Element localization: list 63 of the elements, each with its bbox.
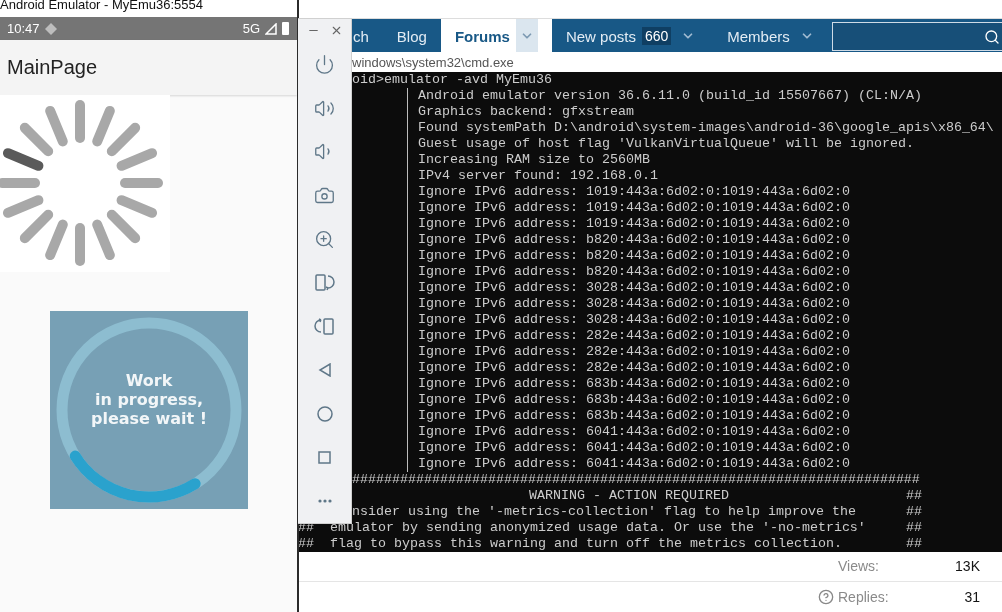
stat-value: 13K <box>955 558 980 574</box>
search-field[interactable] <box>831 22 1002 51</box>
log-line: Ignore IPv6 address: 3028:443a:6d02:0:1019:443a:6d02:0 <box>418 296 850 311</box>
help-icon <box>818 589 834 605</box>
log-line: Ignore IPv6 address: 683b:443a:6d02:0:1019:443a:6d02:0 <box>418 392 850 407</box>
window-title: Android Emulator - MyEmu36:5554 <box>0 0 204 11</box>
rotate-phone-icon <box>314 272 335 294</box>
log-line: Ignore IPv6 address: 1019:443a:6d02:0:1019:443a:6d02:0 <box>418 216 850 231</box>
log-line: Ignore IPv6 address: 6041:443a:6d02:0:1019:443a:6d02:0 <box>418 440 850 455</box>
battery-icon <box>282 22 289 35</box>
warning-text: ## flag to bypass this warning and turn off the metrics collection. <box>298 536 842 552</box>
search-icon <box>984 28 1000 45</box>
square-icon <box>318 451 331 465</box>
count-badge: 660 <box>641 27 672 45</box>
progress-message: Work in progress, please wait ! <box>89 371 209 428</box>
stat-label: Replies: <box>838 589 889 605</box>
hash-mark: ## <box>906 504 922 520</box>
log-line: Ignore IPv6 address: 282e:443a:6d02:0:1019:443a:6d02:0 <box>418 328 850 343</box>
circle-icon <box>316 405 333 422</box>
zoom-in-icon <box>314 228 335 250</box>
log-line: IPv4 server found: 192.168.0.1 <box>418 168 658 183</box>
log-line: Ignore IPv6 address: b820:443a:6d02:0:1019:443a:6d02:0 <box>418 264 850 279</box>
log-line: Ignore IPv6 address: 282e:443a:6d02:0:1019:443a:6d02:0 <box>418 344 850 359</box>
log-line: Ignore IPv6 address: 1019:443a:6d02:0:1019:443a:6d02:0 <box>418 200 850 215</box>
signal-icon <box>265 22 277 35</box>
nav-tab[interactable]: Blog <box>382 19 441 53</box>
log-line: Ignore IPv6 address: 683b:443a:6d02:0:1019:443a:6d02:0 <box>418 376 850 391</box>
page-title: MainPage <box>7 56 98 79</box>
status-time: 10:47 <box>7 21 40 36</box>
nav-tab[interactable]: ch <box>352 19 383 53</box>
window-title: windows\system32\cmd.exe <box>352 54 514 70</box>
log-line: Ignore IPv6 address: 3028:443a:6d02:0:1019:443a:6d02:0 <box>418 280 850 295</box>
log-line: Ignore IPv6 address: b820:443a:6d02:0:1019:443a:6d02:0 <box>418 232 850 247</box>
log-line: Ignore IPv6 address: 6041:443a:6d02:0:1019:443a:6d02:0 <box>418 424 850 439</box>
warning-text: nsider using the '-metrics-collection' flag to help improve the <box>352 504 856 520</box>
log-line: Guest usage of host flag 'VulkanVirtualQueue' will be ignored. <box>418 136 914 151</box>
warning-heading: WARNING - ACTION REQUIRED <box>528 488 730 504</box>
stat-label: Views: <box>838 558 879 574</box>
command-line: oid>emulator -avd MyEmu36 <box>352 72 552 88</box>
hash-rule: ####################################################################### <box>352 472 920 488</box>
more-icon <box>317 499 332 504</box>
log-line: Ignore IPv6 address: 282e:443a:6d02:0:1019:443a:6d02:0 <box>418 360 850 375</box>
nav-tab[interactable]: Members <box>713 19 832 53</box>
power-icon <box>314 54 335 76</box>
log-line: Ignore IPv6 address: b820:443a:6d02:0:1019:443a:6d02:0 <box>418 248 850 263</box>
nav-tab[interactable]: Forums <box>440 19 552 53</box>
hash-mark: ## <box>906 488 922 504</box>
rotate-phone-icon <box>314 316 335 338</box>
nav-tab[interactable]: New posts 660 <box>551 19 714 53</box>
log-line: Increasing RAM size to 2560MB <box>418 152 650 167</box>
log-line: Ignore IPv6 address: 683b:443a:6d02:0:1019:443a:6d02:0 <box>418 408 850 423</box>
hash-mark: ## <box>906 536 922 552</box>
log-line: Ignore IPv6 address: 3028:443a:6d02:0:1019:443a:6d02:0 <box>418 312 850 327</box>
triangle-icon <box>317 363 332 378</box>
hash-mark: ## <box>906 520 922 536</box>
log-line: Android emulator version 36.6.11.0 (build_id 15507667) (CL:N/A) <box>418 88 922 103</box>
log-line: Ignore IPv6 address: 1019:443a:6d02:0:1019:443a:6d02:0 <box>418 184 850 199</box>
log-line: Ignore IPv6 address: 6041:443a:6d02:0:1019:443a:6d02:0 <box>418 456 850 471</box>
log-line: Graphics backend: gfxstream <box>418 104 634 119</box>
stat-value: 31 <box>964 589 980 605</box>
log-line: Found systemPath D:\android\system-images\android-36\google_apis\x86_64\ <box>418 120 994 135</box>
diamond-icon <box>44 22 57 35</box>
network-label: 5G <box>242 21 260 36</box>
